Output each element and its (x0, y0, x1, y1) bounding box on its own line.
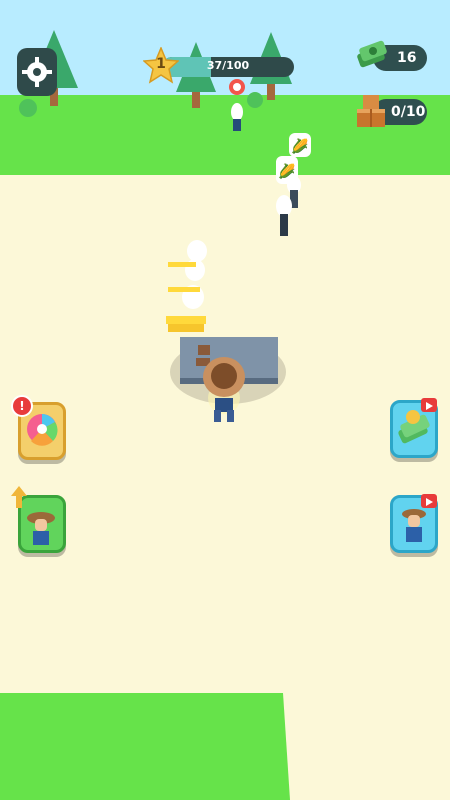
cash-amount: 16 (397, 50, 417, 66)
settings-button[interactable] (17, 48, 57, 96)
video-badge-icon (421, 398, 437, 412)
corn-request-bubble: 🌽 (289, 133, 311, 157)
exclamation-icon: ! (11, 395, 33, 417)
crate-amount: 0/10 (391, 104, 426, 120)
video-badge-icon (421, 494, 437, 508)
farmer-upgrade-icon (27, 512, 55, 545)
xp-text: 37/100 (206, 59, 250, 72)
svg-text:🌽: 🌽 (291, 137, 308, 155)
level-badge: 1 (142, 46, 180, 85)
crate-icon (355, 93, 387, 129)
level-number: 1 (156, 56, 166, 72)
upgrade-arrow-icon (11, 486, 27, 508)
bottom-grass (0, 693, 290, 800)
gear-icon (22, 57, 52, 87)
xp-bar: 37/100 (162, 57, 294, 77)
cash-stack-icon (356, 38, 388, 72)
